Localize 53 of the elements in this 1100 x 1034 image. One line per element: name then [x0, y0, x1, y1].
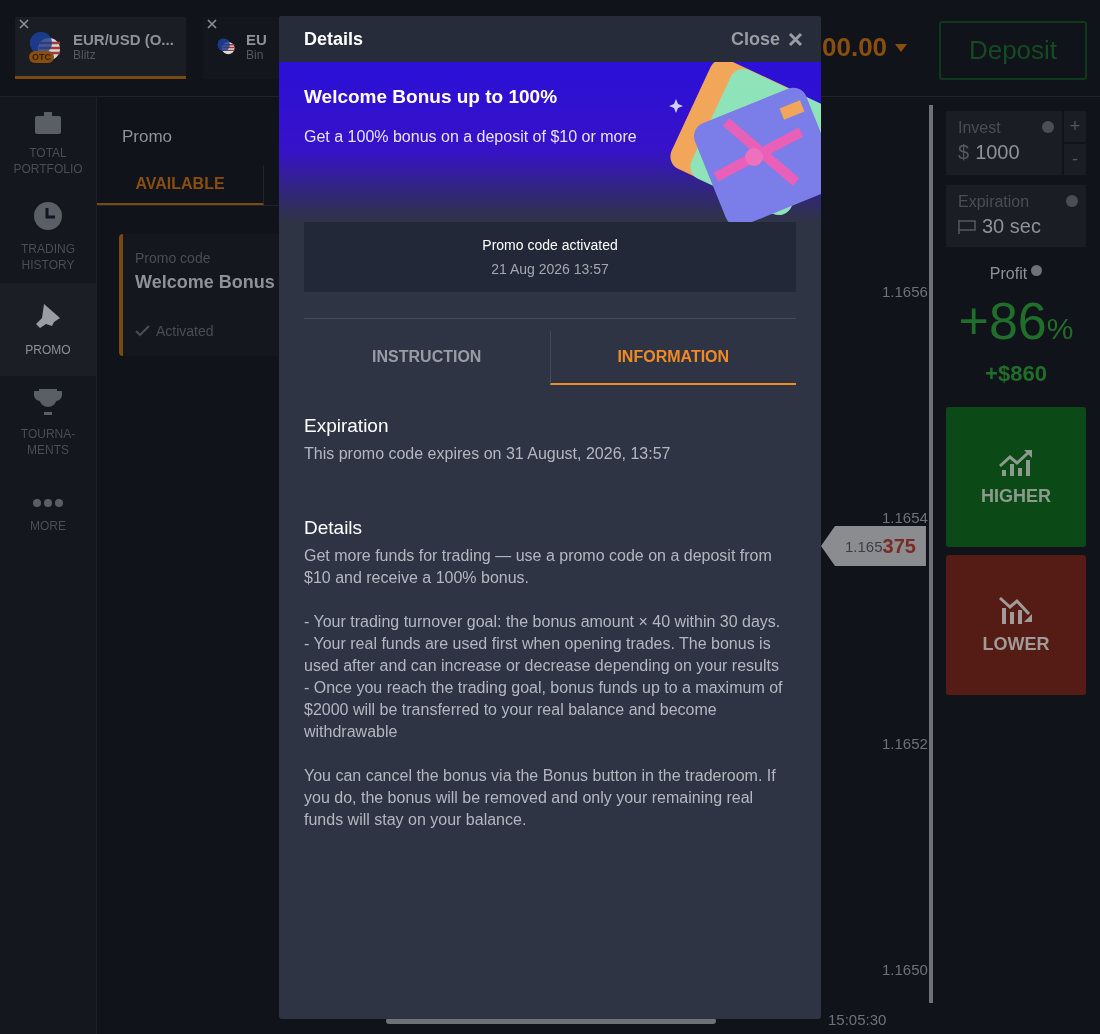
banner-title: Welcome Bonus up to 100%: [304, 86, 558, 108]
promo-tab[interactable]: AVAILABLE: [97, 165, 264, 205]
balance-amount[interactable]: 00.00: [822, 32, 888, 63]
axis-label: 1.1650: [882, 961, 928, 978]
section-heading: Details: [304, 517, 364, 539]
higher-button[interactable]: HIGHER: [946, 407, 1086, 547]
asset-symbol: EUR/USD (O...: [73, 31, 174, 48]
close-icon[interactable]: [206, 19, 217, 29]
asset-tab[interactable]: OTC EUR/USD (O... Blitz: [15, 17, 186, 79]
banner-subtitle: Get a 100% bonus on a deposit of $10 or more: [304, 128, 638, 146]
chart-down-icon: [998, 595, 1034, 624]
increase-button[interactable]: +: [1064, 111, 1086, 142]
asset-mode: Bin: [246, 48, 265, 62]
price-tag: 1.165375: [821, 526, 926, 566]
sparkle-icon: [669, 99, 683, 113]
trophy-icon: [33, 387, 63, 416]
asset-symbol: EU: [246, 31, 267, 48]
axis-label: 1.1652: [882, 735, 928, 752]
decrease-button[interactable]: -: [1064, 144, 1086, 175]
asset-mode: Blitz: [73, 48, 97, 62]
lower-button[interactable]: LOWER: [946, 555, 1086, 695]
profit-percent: +86%: [957, 291, 1075, 352]
promo-name: Welcome Bonus: [135, 272, 276, 293]
flag-icon: [958, 219, 976, 234]
sidebar-item[interactable]: PROMO: [0, 283, 96, 376]
otc-badge: OTC: [29, 51, 54, 63]
time-label: 15:05:30: [828, 1011, 887, 1028]
axis-label: 1.1654: [882, 509, 928, 526]
axis-label: 1.1656: [882, 283, 928, 300]
activation-date: 21 Aug 2026 13:57: [491, 261, 609, 277]
dialog-title: Details: [304, 28, 364, 50]
more-icon: [32, 497, 64, 508]
caret-icon[interactable]: [895, 43, 908, 52]
section-heading: Expiration: [304, 415, 390, 437]
panel-title: Promo: [121, 126, 174, 147]
paragraph: This promo code expires on 31 August, 2026, 13:57: [304, 444, 672, 464]
dialog-tab[interactable]: INFORMATION: [549, 331, 796, 385]
profit-amount: +$860: [984, 361, 1048, 387]
close-icon: [788, 31, 803, 47]
paragraph: - Once you reach the trading goal, bonus funds up to a maximum of $2000 will be transferred to your real balance and become withdrawable: [304, 678, 784, 742]
chart-up-icon: [998, 447, 1034, 476]
profit-label: Profit: [989, 265, 1028, 283]
close-icon[interactable]: [19, 19, 29, 29]
close-button[interactable]: Close: [730, 28, 803, 50]
clock-icon: [33, 200, 63, 231]
paragraph: - Your real funds are used first when opening trades. The bonus is used after and can increase or decrease depending on your results: [304, 634, 780, 676]
paragraph: You can cancel the bonus via the Bonus button in the traderoom. If you do, the bonus will be removed and only your remaining real funds will stay on your balance.: [304, 766, 777, 830]
briefcase-icon: [34, 110, 62, 135]
paragraph: - Your trading turnover goal: the bonus amount × 40 within 30 days.: [304, 612, 782, 632]
check-icon: [135, 325, 150, 337]
paragraph: Get more funds for trading — use a promo code on a deposit from $10 and receive a 100% bonus.: [304, 546, 773, 588]
dialog-tab[interactable]: INSTRUCTION: [304, 331, 550, 385]
activation-title: Promo code activated: [482, 237, 618, 253]
